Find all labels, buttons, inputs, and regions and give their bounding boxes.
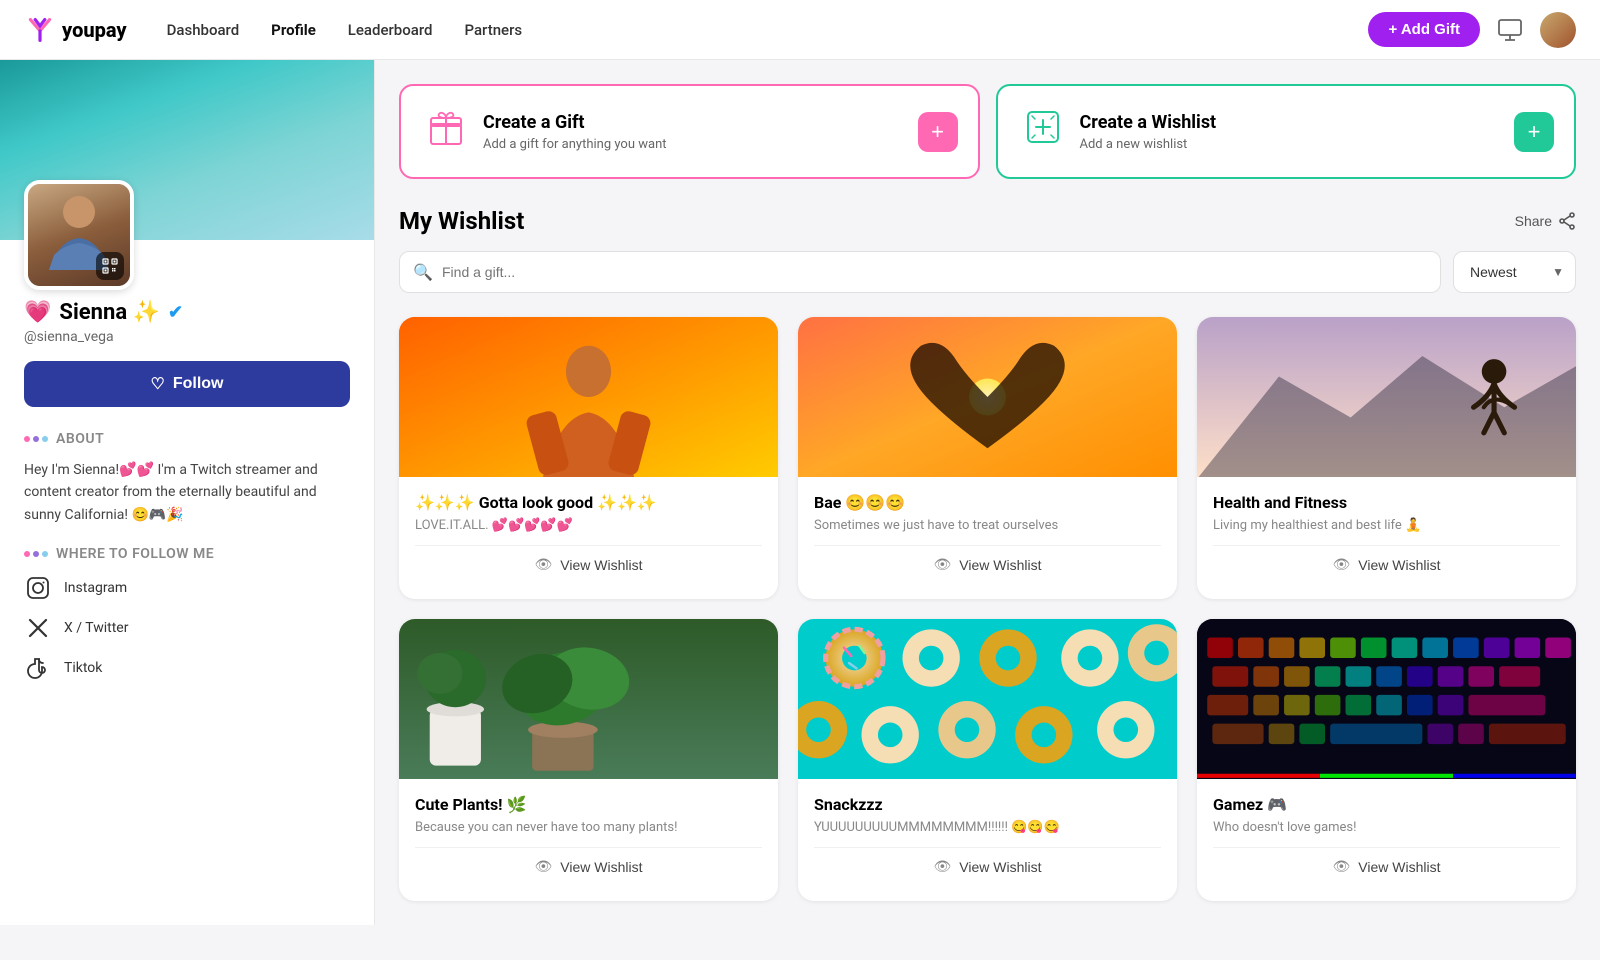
- create-gift-text: Create a Gift Add a gift for anything yo…: [483, 112, 667, 152]
- gift-icon: [425, 106, 467, 157]
- wishlist-icon: [1022, 106, 1064, 157]
- social-twitter[interactable]: X / Twitter: [24, 614, 350, 642]
- card-title: Bae 😊😊😊: [814, 493, 1161, 512]
- card-body: Health and Fitness Living my healthiest …: [1197, 477, 1576, 599]
- wishlist-card: Snackzzz YUUUUUUUUUMMMMMMMM!!!!!! 😋😋😋 👁 …: [798, 619, 1177, 901]
- nav-partners[interactable]: Partners: [464, 21, 522, 39]
- create-gift-card: Create a Gift Add a gift for anything yo…: [399, 84, 980, 179]
- sidebar: 💗 Sienna ✨ ✔ @sienna_vega ♡ Follow About…: [0, 60, 375, 925]
- nav-profile[interactable]: Profile: [271, 21, 316, 39]
- sidebar-body: 💗 Sienna ✨ ✔ @sienna_vega ♡ Follow About…: [0, 240, 374, 706]
- card-subtitle: Because you can never have too many plan…: [415, 820, 762, 835]
- card-subtitle: Who doesn't love games!: [1213, 820, 1560, 835]
- view-wishlist-button[interactable]: 👁 View Wishlist: [415, 847, 762, 885]
- qr-button[interactable]: [96, 252, 124, 280]
- eye-icon: 👁: [1333, 858, 1351, 875]
- wishlist-card: Bae 😊😊😊 Sometimes we just have to treat …: [798, 317, 1177, 599]
- add-gift-button[interactable]: + Add Gift: [1368, 12, 1480, 47]
- share-button[interactable]: Share: [1515, 212, 1576, 230]
- create-wishlist-text: Create a Wishlist Add a new wishlist: [1080, 112, 1217, 152]
- card-title: Snackzzz: [814, 795, 1161, 814]
- create-wishlist-card: Create a Wishlist Add a new wishlist +: [996, 84, 1577, 179]
- view-wishlist-button[interactable]: 👁 View Wishlist: [1213, 545, 1560, 583]
- sort-select[interactable]: Newest Oldest Price: High Price: Low: [1453, 251, 1576, 293]
- wishlist-header: My Wishlist Share: [399, 207, 1576, 235]
- view-wishlist-button[interactable]: 👁 View Wishlist: [814, 545, 1161, 583]
- wishlist-card: Health and Fitness Living my healthiest …: [1197, 317, 1576, 599]
- social-section-header: Where to follow me: [24, 546, 350, 562]
- search-input[interactable]: [399, 251, 1441, 293]
- about-section-header: About: [24, 431, 350, 447]
- nav-right: + Add Gift: [1368, 12, 1576, 48]
- nav-leaderboard[interactable]: Leaderboard: [348, 21, 433, 39]
- eye-icon: 👁: [535, 556, 553, 573]
- profile-handle: @sienna_vega: [24, 329, 350, 345]
- card-title: Gamez 🎮: [1213, 795, 1560, 814]
- eye-icon: 👁: [934, 556, 952, 573]
- logo[interactable]: youpay: [24, 16, 127, 44]
- page-layout: 💗 Sienna ✨ ✔ @sienna_vega ♡ Follow About…: [0, 60, 1600, 925]
- card-body: Bae 😊😊😊 Sometimes we just have to treat …: [798, 477, 1177, 599]
- social-links: Instagram X / Twitter: [24, 574, 350, 682]
- instagram-icon: [24, 574, 52, 602]
- create-wishlist-button[interactable]: +: [1514, 112, 1554, 152]
- view-wishlist-button[interactable]: 👁 View Wishlist: [1213, 847, 1560, 885]
- card-title: ✨✨✨ Gotta look good ✨✨✨: [415, 493, 762, 512]
- verified-badge: ✔: [168, 302, 183, 323]
- card-title: Health and Fitness: [1213, 493, 1560, 512]
- card-subtitle: Living my healthiest and best life 🧘: [1213, 518, 1560, 533]
- wishlist-title: My Wishlist: [399, 207, 524, 235]
- avatar[interactable]: [1540, 12, 1576, 48]
- navbar: youpay Dashboard Profile Leaderboard Par…: [0, 0, 1600, 60]
- view-wishlist-button[interactable]: 👁 View Wishlist: [415, 545, 762, 583]
- search-filter: 🔍 Newest Oldest Price: High Price: Low ▼: [399, 251, 1576, 293]
- section-dots: [24, 436, 48, 442]
- profile-picture: [24, 180, 134, 290]
- wishlist-grid: ✨✨✨ Gotta look good ✨✨✨ LOVE.IT.ALL. 💕💕💕…: [399, 317, 1576, 901]
- tiktok-icon: [24, 654, 52, 682]
- search-wrap: 🔍: [399, 251, 1441, 293]
- heart-icon: ♡: [151, 374, 165, 394]
- card-title: Cute Plants! 🌿: [415, 795, 762, 814]
- profile-banner: [0, 60, 374, 240]
- nav-dashboard[interactable]: Dashboard: [167, 21, 240, 39]
- create-gift-button[interactable]: +: [918, 112, 958, 152]
- profile-name: 💗 Sienna ✨ ✔: [24, 300, 350, 325]
- main-content: Create a Gift Add a gift for anything yo…: [375, 60, 1600, 925]
- nav-links: Dashboard Profile Leaderboard Partners: [167, 21, 1369, 39]
- wishlist-card: Gamez 🎮 Who doesn't love games! 👁 View W…: [1197, 619, 1576, 901]
- card-body: ✨✨✨ Gotta look good ✨✨✨ LOVE.IT.ALL. 💕💕💕…: [399, 477, 778, 599]
- card-subtitle: LOVE.IT.ALL. 💕💕💕💕💕: [415, 518, 762, 533]
- card-body: Cute Plants! 🌿 Because you can never hav…: [399, 779, 778, 901]
- sort-wrap: Newest Oldest Price: High Price: Low ▼: [1453, 251, 1576, 293]
- follow-button[interactable]: ♡ Follow: [24, 361, 350, 407]
- search-icon: 🔍: [413, 263, 433, 282]
- card-body: Snackzzz YUUUUUUUUUMMMMMMMM!!!!!! 😋😋😋 👁 …: [798, 779, 1177, 901]
- monitor-icon: [1496, 16, 1524, 44]
- action-cards: Create a Gift Add a gift for anything yo…: [399, 84, 1576, 179]
- eye-icon: 👁: [934, 858, 952, 875]
- wishlist-card: ✨✨✨ Gotta look good ✨✨✨ LOVE.IT.ALL. 💕💕💕…: [399, 317, 778, 599]
- twitter-x-icon: [24, 614, 52, 642]
- social-tiktok[interactable]: Tiktok: [24, 654, 350, 682]
- social-instagram[interactable]: Instagram: [24, 574, 350, 602]
- about-text: Hey I'm Sienna!💕💕 I'm a Twitch streamer …: [24, 459, 350, 526]
- card-body: Gamez 🎮 Who doesn't love games! 👁 View W…: [1197, 779, 1576, 901]
- card-subtitle: YUUUUUUUUUMMMMMMMM!!!!!! 😋😋😋: [814, 820, 1161, 835]
- eye-icon: 👁: [1333, 556, 1351, 573]
- section-dots-2: [24, 551, 48, 557]
- wishlist-card: Cute Plants! 🌿 Because you can never hav…: [399, 619, 778, 901]
- card-subtitle: Sometimes we just have to treat ourselve…: [814, 518, 1161, 533]
- view-wishlist-button[interactable]: 👁 View Wishlist: [814, 847, 1161, 885]
- eye-icon: 👁: [535, 858, 553, 875]
